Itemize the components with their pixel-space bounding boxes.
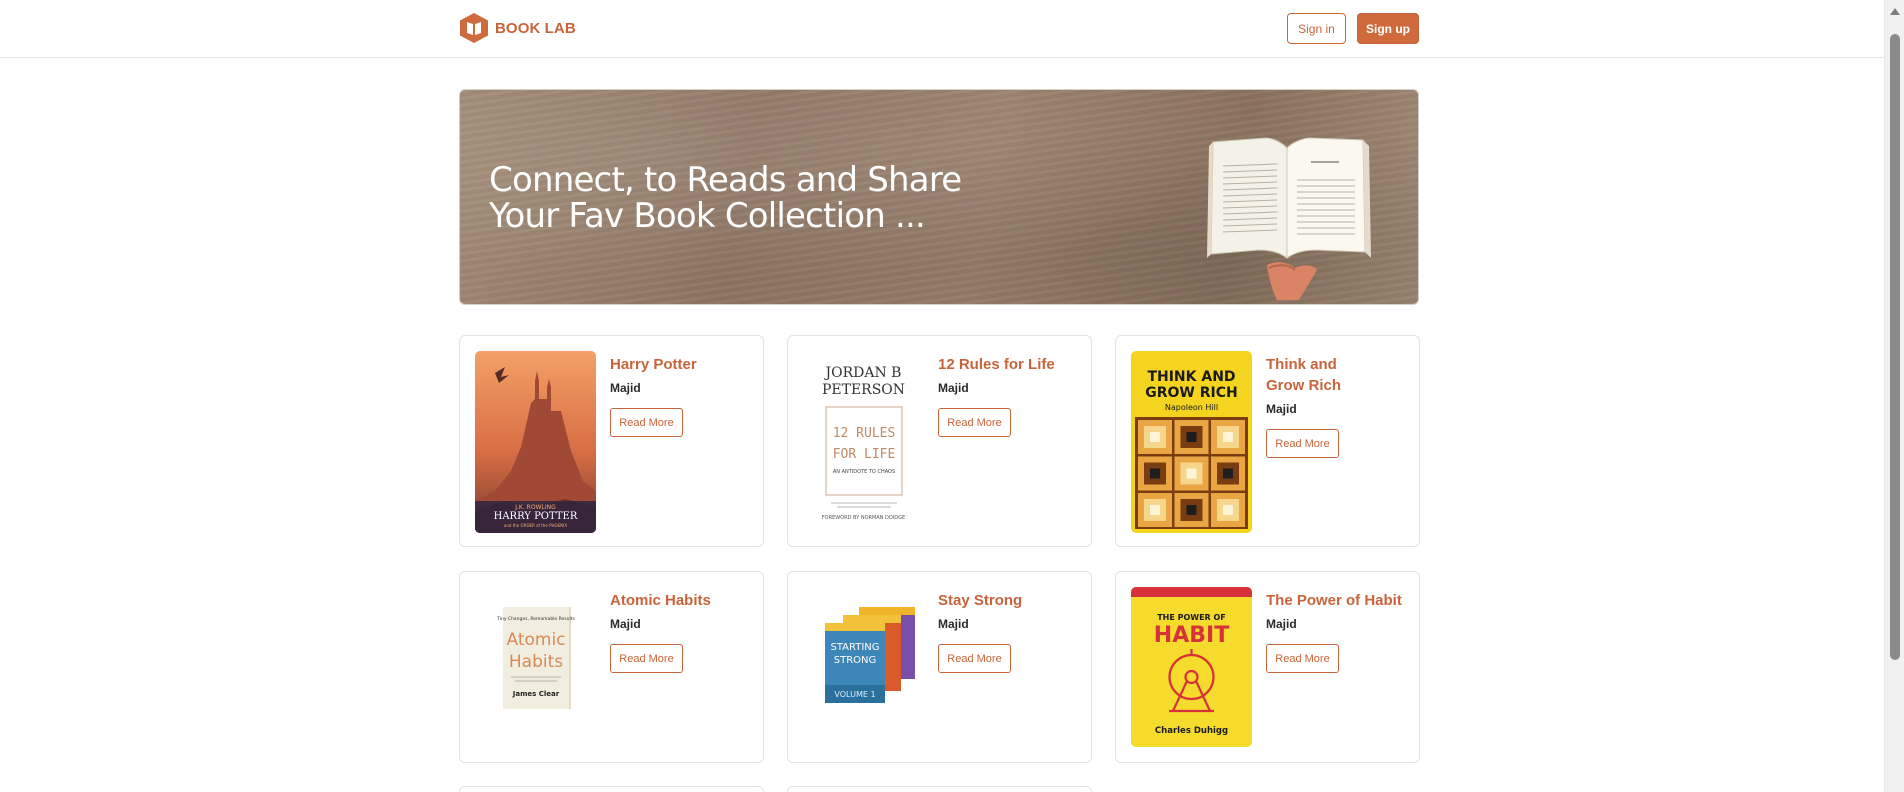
book-card: Tiny Changes, Remarkable Results Atomic …	[459, 571, 764, 763]
book-cover-image[interactable]: THE POWER OF HABIT Charles Duhigg	[1131, 587, 1252, 747]
book-title[interactable]: The Power of Habit	[1266, 590, 1416, 611]
cover-text-title-1: STARTING	[830, 642, 879, 653]
book-author: Majid	[1266, 402, 1297, 416]
cover-text-volume: VOLUME 1	[834, 690, 875, 699]
book-cover-image[interactable]: Tiny Changes, Remarkable Results Atomic …	[475, 587, 596, 709]
sign-in-button[interactable]: Sign in	[1287, 13, 1346, 44]
power-of-habit-cover-art: THE POWER OF HABIT Charles Duhigg	[1131, 587, 1252, 747]
book-author: Majid	[1266, 617, 1297, 631]
cover-text-title: HARRY POTTER	[494, 511, 578, 522]
cover-text-title-1: 12 RULES	[833, 426, 896, 441]
sign-up-button[interactable]: Sign up	[1357, 13, 1419, 44]
hero-title-line-2: Your Fav Book Collection ...	[489, 196, 926, 236]
book-cover-image[interactable]: STARTING STRONG VOLUME 1	[803, 587, 924, 709]
think-and-grow-rich-cover-art: THINK AND GROW RICH Napoleon Hill	[1131, 351, 1252, 533]
book-card: JORDAN B PETERSON 12 RULES FOR LIFE AN A…	[787, 335, 1092, 547]
book-card-partial	[787, 786, 1092, 792]
hero-title: Connect, to Reads and Share Your Fav Boo…	[489, 162, 1009, 234]
cover-text-author: Charles Duhigg	[1155, 726, 1228, 736]
cover-text-subtitle: and the ORDER of the PHOENIX	[504, 523, 567, 528]
book-title[interactable]: Think and Grow Rich	[1266, 354, 1356, 396]
book-card: J.K. ROWLING HARRY POTTER and the ORDER …	[459, 335, 764, 547]
12-rules-cover-art: JORDAN B PETERSON 12 RULES FOR LIFE AN A…	[803, 351, 924, 533]
book-card: THINK AND GROW RICH Napoleon Hill Think …	[1115, 335, 1420, 547]
cover-text-author: Napoleon Hill	[1165, 403, 1218, 412]
book-card-partial	[459, 786, 764, 792]
cover-text-author: J.K. ROWLING	[514, 504, 556, 511]
open-book-in-hand-image	[1207, 137, 1371, 300]
book-title[interactable]: 12 Rules for Life	[938, 354, 1078, 375]
read-more-button[interactable]: Read More	[938, 644, 1011, 673]
read-more-button[interactable]: Read More	[610, 644, 683, 673]
book-title[interactable]: Stay Strong	[938, 590, 1078, 611]
book-author: Majid	[938, 381, 969, 395]
book-author: Majid	[938, 617, 969, 631]
cover-text-title-1: THINK AND	[1147, 369, 1235, 385]
stay-strong-cover-art: STARTING STRONG VOLUME 1	[803, 587, 924, 709]
scroll-thumb[interactable]	[1890, 34, 1900, 660]
hero-banner: Connect, to Reads and Share Your Fav Boo…	[459, 89, 1419, 305]
book-author: Majid	[610, 617, 641, 631]
read-more-button[interactable]: Read More	[610, 408, 683, 437]
cover-text-tagline: Tiny Changes, Remarkable Results	[496, 616, 575, 622]
cover-text-title-2: HABIT	[1154, 623, 1229, 648]
cover-text-author: James Clear	[512, 690, 560, 698]
cover-text-subtitle: AN ANTIDOTE TO CHAOS	[833, 469, 895, 475]
cover-text-author-last: PETERSON	[822, 382, 905, 398]
brand-name: BOOK LAB	[495, 19, 576, 37]
book-author: Majid	[610, 381, 641, 395]
cover-text-title-1: Atomic	[506, 630, 565, 650]
top-navbar: BOOK LAB Sign in Sign up	[0, 0, 1884, 58]
book-logo-icon	[460, 13, 488, 43]
book-cover-image[interactable]: THINK AND GROW RICH Napoleon Hill	[1131, 351, 1252, 533]
atomic-habits-cover-art: Tiny Changes, Remarkable Results Atomic …	[475, 587, 596, 709]
read-more-button[interactable]: Read More	[1266, 429, 1339, 458]
book-title[interactable]: Harry Potter	[610, 354, 750, 375]
book-cover-image[interactable]: J.K. ROWLING HARRY POTTER and the ORDER …	[475, 351, 596, 533]
book-card: STARTING STRONG VOLUME 1 Stay Strong Maj…	[787, 571, 1092, 763]
cover-text-title-1: THE POWER OF	[1157, 613, 1226, 622]
scroll-up-arrow-icon[interactable]	[1890, 8, 1900, 15]
cover-text-title-2: FOR LIFE	[833, 447, 896, 462]
cover-text-title-2: GROW RICH	[1145, 385, 1237, 401]
hero-title-line-1: Connect, to Reads and Share	[489, 160, 962, 200]
brand-link[interactable]: BOOK LAB	[459, 12, 576, 44]
book-cover-image[interactable]: JORDAN B PETERSON 12 RULES FOR LIFE AN A…	[803, 351, 924, 533]
read-more-button[interactable]: Read More	[1266, 644, 1339, 673]
cover-pattern	[1135, 417, 1248, 529]
book-card: THE POWER OF HABIT Charles Duhigg The Po…	[1115, 571, 1420, 763]
page-scrollbar[interactable]	[1884, 0, 1904, 792]
cover-text-foreword: FOREWORD BY NORMAN DOIDGE	[822, 515, 905, 521]
read-more-button[interactable]: Read More	[938, 408, 1011, 437]
book-title[interactable]: Atomic Habits	[610, 590, 750, 611]
cover-text-author-first: JORDAN B	[824, 365, 902, 381]
harry-potter-cover-art: J.K. ROWLING HARRY POTTER and the ORDER …	[475, 351, 596, 533]
cover-text-title-2: STRONG	[834, 655, 877, 666]
cover-text-title-2: Habits	[509, 652, 563, 672]
